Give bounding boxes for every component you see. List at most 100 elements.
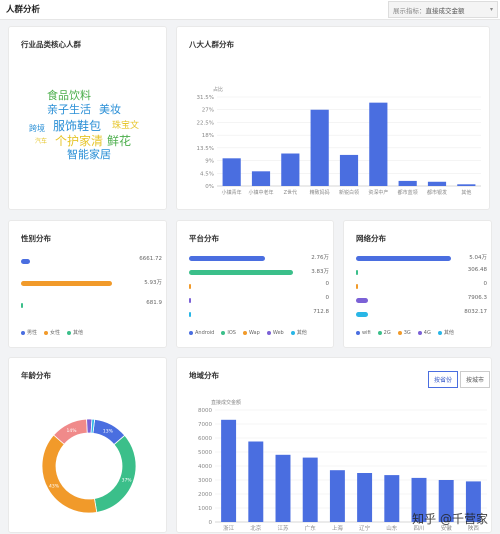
word-cloud: 食品饮料亲子生活美妆跨境服饰鞋包珠宝文汽车个护家清鲜花智能家居 bbox=[9, 27, 166, 209]
y-tick-label: 0 bbox=[209, 520, 213, 526]
platform-legend-item[interactable]: Web bbox=[267, 330, 284, 336]
platform-bar-value: 712.8 bbox=[313, 309, 329, 315]
network-bar-fill bbox=[356, 270, 358, 275]
y-tick-label: 1000 bbox=[198, 506, 212, 512]
donut-slice-label: 43% bbox=[49, 483, 60, 489]
gender-bar-fill bbox=[21, 281, 112, 286]
gender-bar-row: 681.9 bbox=[21, 299, 162, 313]
platform-bar-value: 2.76万 bbox=[311, 253, 329, 261]
platform-legend-label: 其他 bbox=[297, 329, 307, 336]
platform-bar-value: 3.83万 bbox=[311, 267, 329, 275]
platform-legend-item[interactable]: IOS bbox=[221, 330, 236, 336]
platform-bar-row: 0 bbox=[189, 294, 329, 308]
donut-slice[interactable] bbox=[42, 435, 97, 513]
chart-bar[interactable] bbox=[428, 182, 446, 186]
metric-select[interactable]: 展示指标：直接成交金额 ▾ bbox=[388, 1, 498, 18]
legend-dot-icon bbox=[67, 331, 71, 335]
x-tick-label: Z世代 bbox=[284, 189, 297, 196]
top-bar: 人群分析 展示指标：直接成交金额 ▾ bbox=[0, 0, 500, 20]
y-tick-label: 3000 bbox=[198, 478, 212, 484]
gender-legend-label: 男性 bbox=[27, 329, 37, 336]
y-tick-label: 9% bbox=[205, 159, 214, 165]
legend-dot-icon bbox=[398, 331, 402, 335]
chart-bar[interactable] bbox=[276, 455, 291, 522]
y-tick-label: 7000 bbox=[198, 422, 212, 428]
chart-bar[interactable] bbox=[311, 110, 329, 186]
network-bars: 5.04万306.4807906.38032.17 bbox=[356, 252, 487, 322]
network-legend-label: wifi bbox=[362, 330, 371, 336]
network-bar-fill bbox=[356, 256, 451, 261]
chart-bar[interactable] bbox=[457, 184, 475, 186]
platform-title: 平台分布 bbox=[189, 233, 219, 244]
chart-bar[interactable] bbox=[330, 470, 345, 522]
age-card: 年龄分布 13%37%43%14% bbox=[8, 357, 167, 533]
x-tick-label: 山东 bbox=[386, 524, 398, 532]
x-tick-label: 都市银发 bbox=[427, 189, 447, 196]
platform-legend-item[interactable]: Android bbox=[189, 330, 214, 336]
platform-bars: 2.76万3.83万00712.8 bbox=[189, 252, 329, 322]
legend-dot-icon bbox=[189, 331, 193, 335]
network-bar-value: 0 bbox=[484, 281, 488, 287]
chart-bar[interactable] bbox=[221, 420, 236, 522]
x-tick-label: 辽宁 bbox=[359, 524, 371, 532]
platform-bar-row: 712.8 bbox=[189, 308, 329, 322]
x-tick-label: 广东 bbox=[305, 524, 317, 532]
platform-bar-row: 0 bbox=[189, 280, 329, 294]
page-title: 人群分析 bbox=[6, 3, 40, 15]
chart-bar[interactable] bbox=[399, 181, 417, 186]
platform-bar-fill bbox=[189, 312, 191, 317]
platform-legend-item[interactable]: 其他 bbox=[291, 329, 307, 336]
gender-legend-item[interactable]: 其他 bbox=[67, 329, 83, 336]
legend-dot-icon bbox=[267, 331, 271, 335]
y-tick-label: 27% bbox=[202, 108, 214, 114]
chart-bar[interactable] bbox=[369, 103, 387, 186]
platform-bar-row: 3.83万 bbox=[189, 266, 329, 280]
legend-dot-icon bbox=[356, 331, 360, 335]
platform-legend: Android IOS Wap Web 其他 bbox=[189, 329, 314, 337]
chart-bar[interactable] bbox=[384, 475, 399, 522]
word-cloud-term: 鲜花 bbox=[107, 135, 131, 147]
chart-bar[interactable] bbox=[248, 442, 263, 523]
network-legend-item[interactable]: 4G bbox=[418, 330, 431, 336]
gender-legend-item[interactable]: 男性 bbox=[21, 329, 37, 336]
network-legend-item[interactable]: 3G bbox=[398, 330, 411, 336]
chart-bar[interactable] bbox=[303, 458, 318, 522]
y-tick-label: 4.5% bbox=[200, 171, 214, 177]
legend-dot-icon bbox=[378, 331, 382, 335]
network-legend-item[interactable]: 2G bbox=[378, 330, 391, 336]
donut-slice[interactable] bbox=[94, 435, 136, 512]
industry-card: 行业品类核心人群 食品饮料亲子生活美妆跨境服饰鞋包珠宝文汽车个护家清鲜花智能家居 bbox=[8, 26, 167, 210]
platform-legend-label: Web bbox=[273, 330, 284, 336]
chart-bar[interactable] bbox=[223, 158, 241, 186]
gender-legend: 男性女性其他 bbox=[21, 329, 90, 337]
y-tick-label: 2000 bbox=[198, 492, 212, 498]
platform-bar-fill bbox=[189, 298, 191, 303]
gender-legend-item[interactable]: 女性 bbox=[44, 329, 60, 336]
network-bar-row: 306.48 bbox=[356, 266, 487, 280]
network-legend-item[interactable]: wifi bbox=[356, 330, 371, 336]
donut-slice-label: 13% bbox=[103, 429, 114, 435]
chart-bar[interactable] bbox=[357, 473, 372, 522]
gender-bar-row: 6661.72 bbox=[21, 255, 162, 269]
platform-bar-fill bbox=[189, 256, 265, 261]
platform-legend-item[interactable]: Wap bbox=[243, 330, 260, 336]
network-legend-item[interactable]: 其他 bbox=[438, 329, 454, 336]
legend-dot-icon bbox=[438, 331, 442, 335]
x-tick-label: 新锐白领 bbox=[339, 189, 359, 196]
chart-bar[interactable] bbox=[252, 171, 270, 186]
legend-dot-icon bbox=[243, 331, 247, 335]
watermark: 知乎 @千营家 bbox=[412, 510, 488, 527]
x-tick-label: 资深中产 bbox=[368, 189, 388, 196]
gender-bar-fill bbox=[21, 303, 23, 308]
platform-bar-value: 0 bbox=[326, 281, 330, 287]
network-bar-fill bbox=[356, 284, 358, 289]
chart-bar[interactable] bbox=[281, 154, 299, 186]
chart-bar[interactable] bbox=[340, 155, 358, 186]
y-tick-label: 13.5% bbox=[197, 146, 214, 152]
network-legend-label: 4G bbox=[424, 330, 431, 336]
x-tick-label: 江苏 bbox=[277, 524, 289, 532]
gender-bar-value: 6661.72 bbox=[139, 256, 162, 262]
legend-dot-icon bbox=[221, 331, 225, 335]
y-tick-label: 4000 bbox=[198, 464, 212, 470]
gender-bar-fill bbox=[21, 259, 30, 264]
